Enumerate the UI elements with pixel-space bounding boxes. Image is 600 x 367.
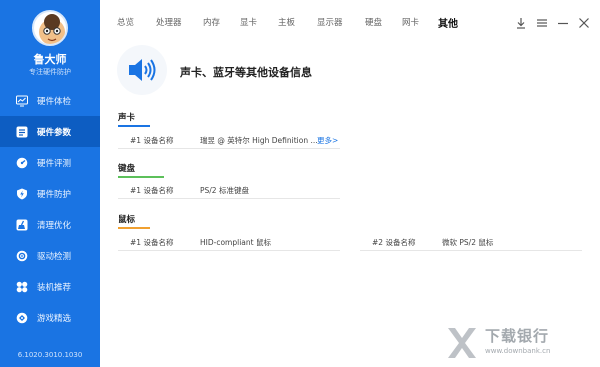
tab-gpu[interactable]: 显卡 xyxy=(240,16,257,28)
game-icon xyxy=(16,312,28,324)
section-title-mouse: 鼠标 xyxy=(118,215,136,225)
row-divider xyxy=(118,250,340,251)
row-divider xyxy=(118,148,340,149)
sidebar: 鲁大师 专注硬件防护 硬件体检 硬件参数 硬件评测 硬件防护 清理优化 驱动检测… xyxy=(0,0,100,367)
tab-monitor[interactable]: 显示器 xyxy=(317,16,343,28)
sidebar-item-build-recommend[interactable]: 装机推荐 xyxy=(0,271,100,302)
watermark-logo-icon xyxy=(448,328,476,358)
section-underline-sound xyxy=(118,125,150,127)
sidebar-item-label: 驱动检测 xyxy=(37,251,72,262)
gear-circle-icon xyxy=(16,250,28,262)
mouse-device-value: HID-compliant 鼠标 xyxy=(200,238,271,247)
mouse-device-value: 微软 PS/2 鼠标 xyxy=(442,238,494,247)
row-divider xyxy=(360,250,582,251)
tab-other[interactable]: 其他 xyxy=(438,15,458,30)
sound-device-label: #1 设备名称 xyxy=(130,136,174,145)
section-title-sound: 声卡 xyxy=(118,113,136,123)
tab-disk[interactable]: 硬盘 xyxy=(365,16,382,28)
sidebar-item-label: 硬件参数 xyxy=(37,127,72,138)
watermark: 下载银行 www.downbank.cn xyxy=(445,325,595,365)
tab-cpu[interactable]: 处理器 xyxy=(156,16,182,28)
monitor-chart-icon xyxy=(16,95,28,107)
list-icon xyxy=(16,126,28,138)
tab-network[interactable]: 网卡 xyxy=(402,16,419,28)
sidebar-item-label: 硬件防护 xyxy=(37,189,72,200)
avatar[interactable] xyxy=(32,10,68,46)
page-title: 声卡、蓝牙等其他设备信息 xyxy=(180,66,312,79)
sidebar-item-label: 装机推荐 xyxy=(37,282,72,293)
brand-subtitle: 专注硬件防护 xyxy=(29,68,71,76)
sidebar-item-label: 硬件评测 xyxy=(37,158,72,169)
brand-name: 鲁大师 xyxy=(33,53,67,66)
sidebar-item-label: 游戏精选 xyxy=(37,313,72,324)
mouse-device-label: #1 设备名称 xyxy=(130,238,174,247)
sidebar-item-hardware-protection[interactable]: 硬件防护 xyxy=(0,178,100,209)
sidebar-item-hardware-check[interactable]: 硬件体检 xyxy=(0,85,100,116)
watermark-title: 下载银行 xyxy=(485,327,550,345)
broom-icon xyxy=(16,219,28,231)
shield-bolt-icon xyxy=(16,188,28,200)
mouse-device-label: #2 设备名称 xyxy=(372,238,416,247)
speaker-icon xyxy=(117,45,167,95)
section-title-keyboard: 键盘 xyxy=(118,164,136,174)
sidebar-item-game-picks[interactable]: 游戏精选 xyxy=(0,302,100,333)
top-tabs: 总览 处理器 内存 显卡 主板 显示器 硬盘 网卡 其他 xyxy=(100,0,600,40)
sidebar-item-clean-optimize[interactable]: 清理优化 xyxy=(0,209,100,240)
keyboard-device-label: #1 设备名称 xyxy=(130,186,174,195)
sidebar-item-hardware-params[interactable]: 硬件参数 xyxy=(0,116,100,147)
sidebar-item-hardware-benchmark[interactable]: 硬件评测 xyxy=(0,147,100,178)
row-divider xyxy=(118,198,340,199)
sidebar-nav: 硬件体检 硬件参数 硬件评测 硬件防护 清理优化 驱动检测 装机推荐 游戏精选 xyxy=(0,85,100,333)
tab-motherboard[interactable]: 主板 xyxy=(278,16,295,28)
menu-icon[interactable] xyxy=(536,14,548,27)
tab-memory[interactable]: 内存 xyxy=(203,16,220,28)
section-underline-mouse xyxy=(118,227,150,229)
sound-device-value: 瑞昱 @ 英特尔 High Definition ... xyxy=(200,136,318,145)
close-icon[interactable] xyxy=(578,14,590,28)
sidebar-item-driver-check[interactable]: 驱动检测 xyxy=(0,240,100,271)
gauge-icon xyxy=(16,157,28,169)
watermark-url: www.downbank.cn xyxy=(485,347,551,355)
more-link[interactable]: 更多> xyxy=(317,135,338,146)
sidebar-item-label: 硬件体检 xyxy=(37,96,72,107)
download-icon[interactable] xyxy=(515,14,527,29)
section-underline-keyboard xyxy=(118,176,164,178)
tab-overview[interactable]: 总览 xyxy=(117,16,134,28)
minimize-icon[interactable] xyxy=(557,14,569,26)
fan-icon xyxy=(16,281,28,293)
keyboard-device-value: PS/2 标准键盘 xyxy=(200,186,249,195)
version-label: 6.1020.3010.1030 xyxy=(17,351,83,359)
sidebar-item-label: 清理优化 xyxy=(37,220,72,231)
